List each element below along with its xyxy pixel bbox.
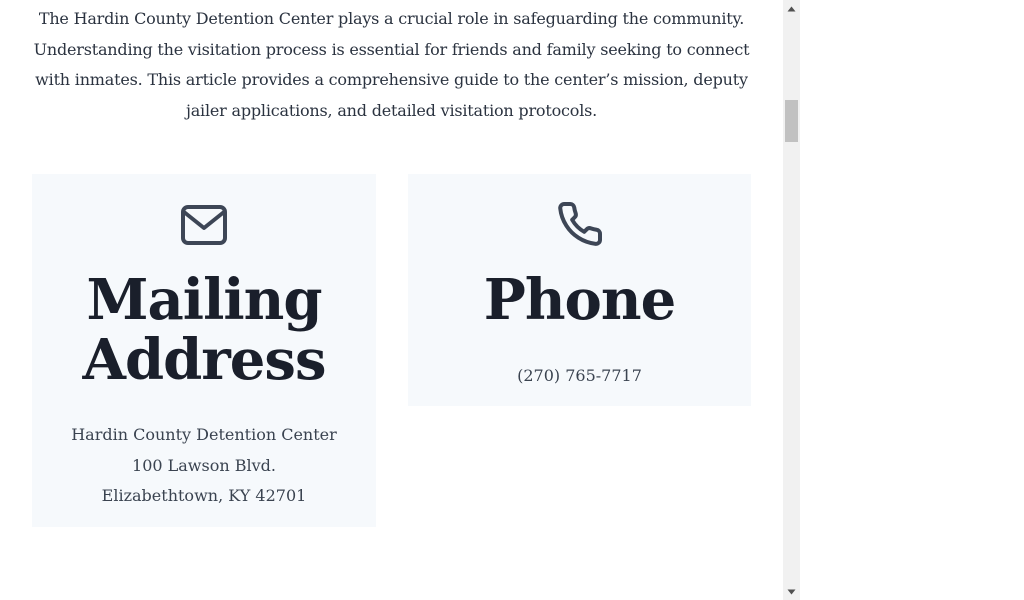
scroll-up-arrow-icon[interactable] (783, 0, 800, 17)
mailing-address-card: Mailing Address Hardin County Detention … (32, 174, 376, 527)
mailing-title-line1: Mailing (86, 267, 323, 333)
scroll-down-arrow-icon[interactable] (783, 583, 800, 600)
mailing-address-lines: Hardin County Detention Center 100 Lawso… (32, 420, 376, 512)
phone-icon (556, 200, 604, 252)
scrollbar-thumb[interactable] (785, 100, 798, 142)
mailing-line-city: Elizabethtown, KY 42701 (101, 486, 307, 505)
mailing-line-street: 100 Lawson Blvd. (132, 455, 276, 475)
phone-number-link[interactable]: (270) 765-7717 (408, 361, 751, 392)
mailing-line-facility: Hardin County Detention Center (71, 425, 337, 444)
blank-area (800, 0, 1024, 600)
intro-paragraph: The Hardin County Detention Center plays… (33, 9, 750, 120)
page-content: The Hardin County Detention Center plays… (0, 0, 783, 600)
mailing-title-line2: Address (82, 327, 327, 393)
phone-card: Phone (270) 765-7717 (408, 174, 751, 406)
phone-lines: (270) 765-7717 (408, 361, 751, 392)
phone-title: Phone (483, 267, 677, 333)
envelope-icon (180, 204, 228, 250)
mailing-address-title: Mailing Address (32, 270, 376, 390)
vertical-scrollbar[interactable] (783, 0, 800, 600)
